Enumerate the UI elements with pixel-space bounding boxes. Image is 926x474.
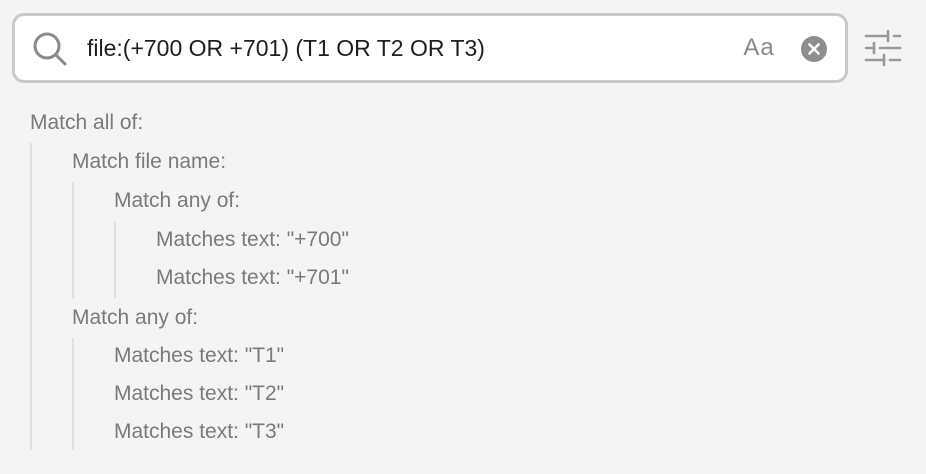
- tree-node-match-any: Match any of:: [72, 306, 199, 329]
- tree-node-text-t3: Matches text: "T3": [114, 420, 285, 443]
- tree-node-text-701: Matches text: "+701": [156, 266, 349, 289]
- tree-node-text-t2: Matches text: "T2": [114, 382, 285, 405]
- tree-node-match-file-name: Match file name:: [72, 150, 227, 173]
- search-input[interactable]: [87, 28, 727, 68]
- match-case-button[interactable]: Aa: [739, 30, 779, 66]
- tree-guide-any: [72, 338, 74, 450]
- tree-guide-root: [30, 143, 32, 450]
- tree-guide-file-name: [72, 182, 74, 299]
- tree-node-text-t1: Matches text: "T1": [114, 344, 285, 367]
- clear-icon[interactable]: [801, 36, 827, 62]
- tree-node-text-700: Matches text: "+700": [156, 228, 349, 251]
- tree-node-file-match-any: Match any of:: [114, 189, 241, 212]
- tree-guide-file-any: [114, 221, 116, 298]
- search-box[interactable]: Aa: [12, 13, 848, 83]
- sliders-icon[interactable]: [862, 30, 904, 68]
- tree-node-match-all: Match all of:: [30, 111, 144, 134]
- search-icon: [33, 32, 67, 66]
